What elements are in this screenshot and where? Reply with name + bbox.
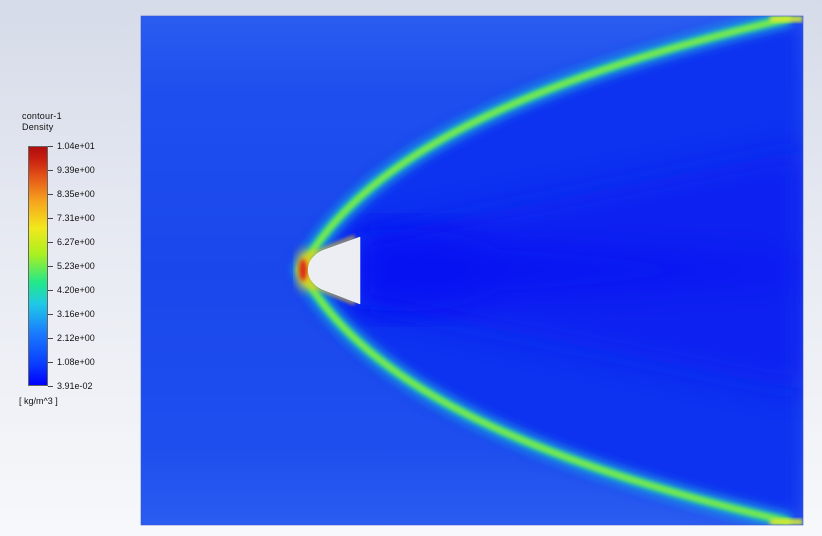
legend-title: contour-1 xyxy=(22,111,62,121)
corner-highlight-bottom xyxy=(770,519,803,525)
colorbar-tick-mark xyxy=(48,266,53,267)
color-legend: contour-1 Density 1.04e+01 9.39e+00 8.35e+… xyxy=(14,108,134,418)
colorbar-tick-label: 3.91e-02 xyxy=(57,381,93,391)
colorbar-tick-label: 6.27e+00 xyxy=(57,237,95,247)
colorbar xyxy=(28,146,48,386)
corner-highlight-top xyxy=(770,16,803,22)
colorbar-tick-label: 9.39e+00 xyxy=(57,165,95,175)
colorbar-tick-label: 3.16e+00 xyxy=(57,309,95,319)
colorbar-tick-mark xyxy=(48,146,53,147)
colorbar-tick-label: 1.04e+01 xyxy=(57,141,95,151)
stagnation-region xyxy=(299,259,307,281)
colorbar-tick-mark xyxy=(48,314,53,315)
colorbar-tick-label: 8.35e+00 xyxy=(57,189,95,199)
colorbar-tick-label: 5.23e+00 xyxy=(57,261,95,271)
colorbar-tick-mark xyxy=(48,338,53,339)
legend-variable: Density xyxy=(22,122,54,132)
colorbar-tick-label: 7.31e+00 xyxy=(57,213,95,223)
colorbar-tick-mark xyxy=(48,242,53,243)
density-field xyxy=(141,16,803,525)
colorbar-tick-mark xyxy=(48,194,53,195)
colorbar-tick-mark xyxy=(48,170,53,171)
colorbar-tick-mark xyxy=(48,362,53,363)
colorbar-tick-mark xyxy=(48,386,53,387)
colorbar-tick-label: 2.12e+00 xyxy=(57,333,95,343)
colorbar-tick-label: 4.20e+00 xyxy=(57,285,95,295)
legend-units: [ kg/m^3 ] xyxy=(19,396,58,406)
colorbar-tick-label: 1.08e+00 xyxy=(57,357,95,367)
colorbar-tick-mark xyxy=(48,218,53,219)
colorbar-tick-mark xyxy=(48,290,53,291)
